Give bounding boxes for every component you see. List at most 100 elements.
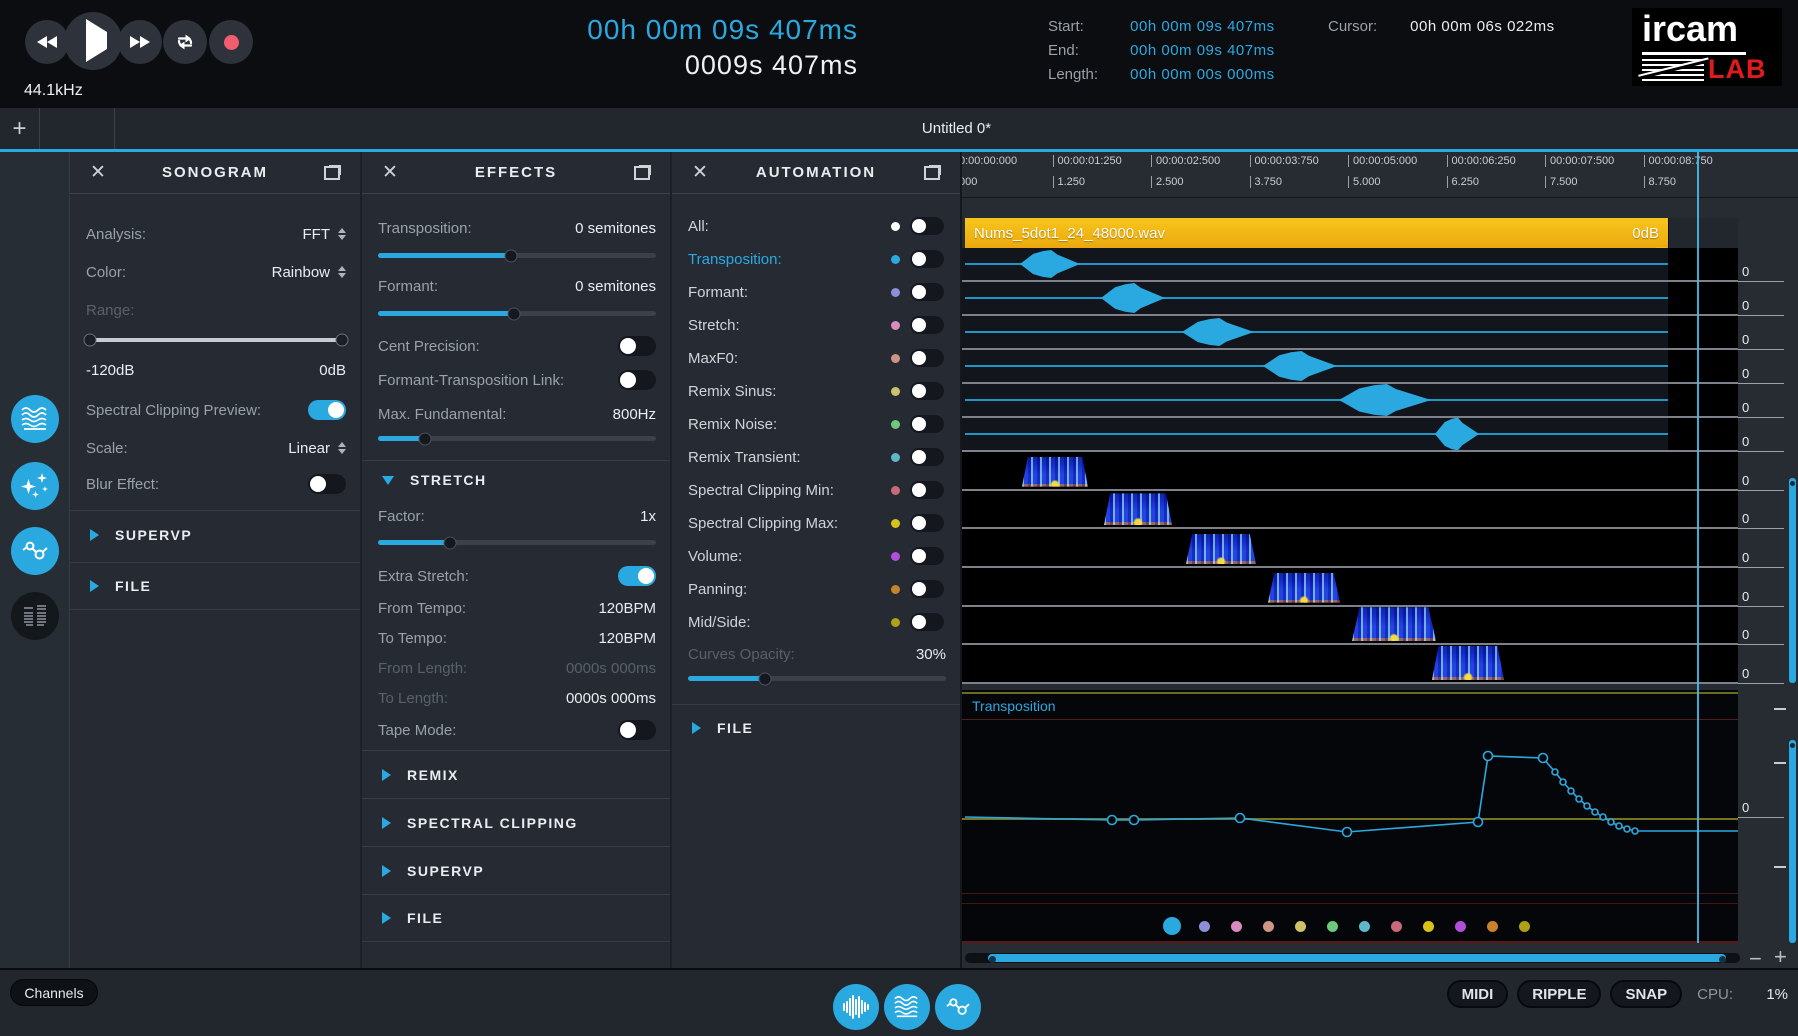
close-icon[interactable]: ✕ <box>70 161 126 184</box>
spectrogram-lane[interactable] <box>962 452 1738 491</box>
automation-lane[interactable]: Transposition <box>962 690 1738 943</box>
automation-point[interactable] <box>1576 796 1582 802</box>
from-tempo-value[interactable]: 120BPM <box>598 600 656 617</box>
waveform-lane[interactable] <box>962 418 1738 452</box>
automation-point[interactable] <box>1632 828 1638 834</box>
file-section-header[interactable]: FILE <box>672 704 960 752</box>
blur-effect-toggle[interactable] <box>308 474 346 494</box>
param-select-dot[interactable] <box>1263 921 1274 932</box>
range-max-handle[interactable] <box>336 334 349 347</box>
tab-untitled[interactable]: Untitled 0* <box>115 108 1798 149</box>
automation-param-label[interactable]: MaxF0: <box>688 350 738 367</box>
timeline-ruler-row1[interactable]: 0:00:00:00000:00:01:25000:00:02:50000:00… <box>962 155 1798 171</box>
automation-param-label[interactable]: Stretch: <box>688 317 740 334</box>
automation-param-label[interactable]: Formant: <box>688 284 748 301</box>
scroll-left-knob[interactable] <box>989 956 996 963</box>
automation-point[interactable] <box>1608 819 1614 825</box>
clip-gain[interactable]: 0dB <box>1632 225 1659 242</box>
vertical-scrollbar-lanes[interactable] <box>1789 478 1796 683</box>
channels-button[interactable]: Channels <box>10 979 98 1006</box>
param-select-dot[interactable] <box>1231 921 1242 932</box>
automation-param-label[interactable]: Remix Transient: <box>688 449 801 466</box>
waveform-view-button[interactable] <box>833 984 879 1030</box>
cent-precision-toggle[interactable] <box>618 336 656 356</box>
sonogram-view-button-bottom[interactable] <box>884 984 930 1030</box>
automation-param-toggle[interactable] <box>910 448 944 466</box>
automation-param-toggle[interactable] <box>910 217 944 235</box>
ripple-button[interactable]: RIPPLE <box>1517 980 1601 1008</box>
section-header-supervp[interactable]: SUPERVP <box>70 510 360 558</box>
section-header-supervp[interactable]: SUPERVP <box>362 846 670 894</box>
automation-view-button-bottom[interactable] <box>935 984 981 1030</box>
automation-point[interactable] <box>1616 823 1622 829</box>
channels-view-button[interactable] <box>11 592 59 640</box>
automation-point[interactable] <box>1108 816 1117 825</box>
automation-param-label[interactable]: Transposition: <box>688 251 782 268</box>
add-tab-button[interactable]: + <box>0 108 40 149</box>
stretch-section-header[interactable]: STRETCH <box>362 460 670 500</box>
param-select-dot[interactable] <box>1327 921 1338 932</box>
automation-param-toggle[interactable] <box>910 613 944 631</box>
spectrogram-lane[interactable] <box>962 491 1738 530</box>
spectral-clipping-preview-toggle[interactable] <box>308 400 346 420</box>
param-select-dot[interactable] <box>1391 921 1402 932</box>
fast-forward-button[interactable] <box>118 20 162 64</box>
automation-point[interactable] <box>1600 814 1606 820</box>
transposition-automation-curve[interactable] <box>962 690 1738 943</box>
formant-link-toggle[interactable] <box>618 370 656 390</box>
automation-param-toggle[interactable] <box>910 316 944 334</box>
automation-point[interactable] <box>1624 826 1630 832</box>
playhead-cursor[interactable] <box>1697 152 1699 943</box>
section-header-file[interactable]: FILE <box>362 894 670 942</box>
waveform-lane[interactable] <box>962 248 1738 282</box>
automation-param-toggle[interactable] <box>910 349 944 367</box>
param-select-dot[interactable] <box>1359 921 1370 932</box>
rewind-button[interactable] <box>25 20 69 64</box>
length-value[interactable]: 00h 00m 00s 000ms <box>1130 66 1274 83</box>
formant-value[interactable]: 0 semitones <box>575 278 656 295</box>
automation-param-toggle[interactable] <box>910 547 944 565</box>
automation-param-toggle[interactable] <box>910 250 944 268</box>
audio-clip-header[interactable]: Nums_5dot1_24_48000.wav 0dB <box>965 218 1668 248</box>
formant-slider[interactable] <box>378 311 656 316</box>
automation-param-toggle[interactable] <box>910 415 944 433</box>
automation-point[interactable] <box>1236 814 1245 823</box>
automation-param-toggle[interactable] <box>910 580 944 598</box>
automation-param-label[interactable]: Mid/Side: <box>688 614 751 631</box>
automation-point[interactable] <box>1568 788 1574 794</box>
analysis-dropdown[interactable]: FFT <box>303 226 347 243</box>
automation-param-toggle[interactable] <box>910 481 944 499</box>
record-button[interactable] <box>209 20 253 64</box>
midi-button[interactable]: MIDI <box>1447 980 1509 1008</box>
effects-view-button[interactable] <box>11 462 59 510</box>
factor-slider[interactable] <box>378 540 656 545</box>
param-select-dot[interactable] <box>1487 921 1498 932</box>
transposition-value[interactable]: 0 semitones <box>575 220 656 237</box>
param-select-dot[interactable] <box>1199 921 1210 932</box>
waveform-lane[interactable] <box>962 384 1738 418</box>
play-button[interactable] <box>64 12 122 70</box>
automation-point[interactable] <box>1584 803 1590 809</box>
extra-stretch-toggle[interactable] <box>618 566 656 586</box>
spectrogram-lane[interactable] <box>962 645 1738 684</box>
vertical-scrollbar-automation[interactable] <box>1789 740 1796 943</box>
transposition-slider[interactable] <box>378 253 656 258</box>
to-length-value[interactable]: 0000s 000ms <box>566 690 656 707</box>
waveform-lane[interactable] <box>962 282 1738 316</box>
automation-param-toggle[interactable] <box>910 283 944 301</box>
automation-view-button[interactable] <box>11 527 59 575</box>
automation-point[interactable] <box>1130 816 1139 825</box>
end-value[interactable]: 00h 00m 09s 407ms <box>1130 42 1274 59</box>
automation-param-label[interactable]: Panning: <box>688 581 747 598</box>
color-dropdown[interactable]: Rainbow <box>272 264 346 281</box>
param-select-dot[interactable] <box>1455 921 1466 932</box>
automation-param-toggle[interactable] <box>910 514 944 532</box>
max-fundamental-slider[interactable] <box>378 436 656 441</box>
spectrogram-lane[interactable] <box>962 529 1738 568</box>
curves-opacity-value[interactable]: 30% <box>916 646 946 663</box>
sonogram-view-button[interactable] <box>11 395 59 443</box>
horizontal-scrollbar[interactable] <box>988 954 1726 962</box>
automation-param-label[interactable]: Volume: <box>688 548 742 565</box>
close-icon[interactable]: ✕ <box>362 161 418 184</box>
param-select-dot[interactable] <box>1519 921 1530 932</box>
